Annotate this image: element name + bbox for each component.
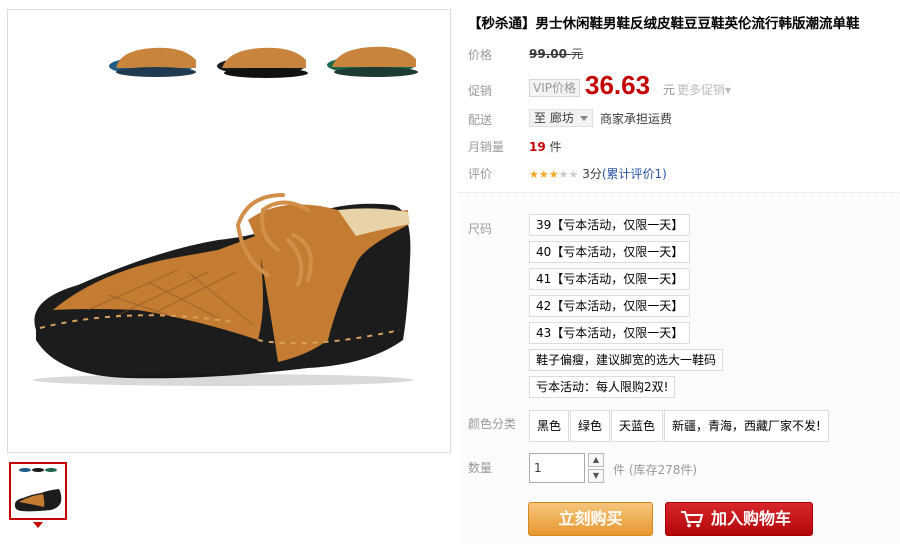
- star-icon: ★: [568, 168, 579, 181]
- color-option-sky-blue[interactable]: 天蓝色: [611, 410, 664, 442]
- monthly-sales-unit: 件: [549, 140, 562, 154]
- main-product-image[interactable]: [7, 9, 451, 453]
- stock-info: 件 (库存278件): [613, 461, 697, 478]
- vip-price-tag: VIP价格: [529, 79, 580, 97]
- more-promotions-link[interactable]: 更多促销▾: [677, 81, 731, 98]
- star-icon: ★: [558, 168, 569, 181]
- monthly-sales-count: 19: [529, 140, 546, 154]
- shipping-label: 配送: [468, 113, 493, 127]
- buy-now-button[interactable]: 立刻购买: [528, 502, 653, 536]
- rating: ★★★★★ 3分(累计评价1): [529, 165, 667, 182]
- product-title: 【秒杀通】男士休闲鞋男鞋反绒皮鞋豆豆鞋英伦流行韩版潮流单鞋: [468, 16, 860, 32]
- current-price: 36.63: [585, 70, 651, 100]
- monthly-sales: 19 件: [529, 138, 562, 155]
- color-option-black[interactable]: 黑色: [529, 410, 570, 442]
- original-price: 99.00 元: [529, 45, 583, 62]
- current-price-currency: 元: [663, 83, 676, 97]
- star-rating-icons: ★★★★★: [529, 167, 582, 181]
- stock-count: (库存278件): [628, 463, 698, 477]
- promo-label: 促销: [468, 84, 493, 98]
- size-option-42[interactable]: 42【亏本活动，仅限一天】: [529, 295, 691, 317]
- quantity-label: 数量: [468, 461, 493, 475]
- size-label: 尺码: [468, 222, 493, 236]
- shopping-cart-icon: [681, 511, 704, 528]
- shipping-destination-select[interactable]: 至 廊坊: [529, 109, 593, 127]
- star-icon: ★: [548, 168, 559, 181]
- size-option-43[interactable]: 43【亏本活动，仅限一天】: [529, 322, 691, 344]
- variant-shoes-preview: [109, 46, 418, 78]
- shoe-thumbnail: [14, 468, 62, 512]
- quantity-decrease-button[interactable]: ▼: [588, 469, 604, 483]
- original-price-value: 99.00: [529, 47, 567, 61]
- chevron-down-icon: [579, 116, 588, 121]
- original-price-currency: 元: [571, 47, 584, 61]
- review-count-link[interactable]: (累计评价1): [602, 167, 667, 181]
- main-shoe: [33, 193, 413, 386]
- star-icon: ★: [538, 168, 549, 181]
- shipping-note: 商家承担运费: [600, 112, 673, 126]
- thumbnail-selected[interactable]: [9, 462, 67, 520]
- size-option-note[interactable]: 鞋子偏瘦，建议脚宽的选大一鞋码: [529, 349, 724, 371]
- size-option-39[interactable]: 39【亏本活动，仅限一天】: [529, 214, 691, 236]
- review-label: 评价: [468, 167, 493, 181]
- color-label: 颜色分类: [468, 417, 517, 431]
- rating-score: 3分: [582, 167, 602, 181]
- quantity-input[interactable]: 1: [529, 453, 585, 483]
- color-option-green[interactable]: 绿色: [570, 410, 611, 442]
- price-label: 价格: [468, 48, 493, 62]
- size-option-41[interactable]: 41【亏本活动，仅限一天】: [529, 268, 691, 290]
- add-to-cart-label: 加入购物车: [711, 509, 792, 528]
- shoe-photo: [33, 46, 418, 386]
- quantity-unit: 件: [613, 463, 626, 477]
- shipping-destination-value: 至 廊坊: [534, 111, 574, 125]
- star-icon: ★: [529, 168, 539, 181]
- color-option-region-note[interactable]: 新疆，青海，西藏厂家不发!: [664, 410, 829, 442]
- quantity-increase-button[interactable]: ▲: [588, 453, 604, 467]
- monthly-sales-label: 月销量: [468, 140, 505, 154]
- size-option-limit[interactable]: 亏本活动：每人限购2双!: [529, 376, 676, 398]
- add-to-cart-button[interactable]: 加入购物车: [665, 502, 813, 536]
- thumbnail-pointer: [33, 522, 43, 528]
- size-option-40[interactable]: 40【亏本活动，仅限一天】: [529, 241, 691, 263]
